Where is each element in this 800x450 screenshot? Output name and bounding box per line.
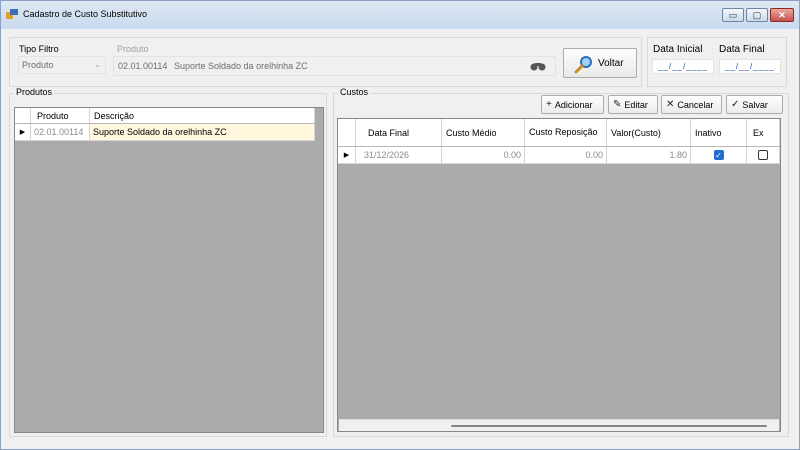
scrollbar-thumb[interactable] — [451, 425, 767, 427]
cell-data-final[interactable]: 31/12/2026 — [356, 147, 442, 163]
column-header-ex[interactable]: Ex — [747, 119, 780, 146]
maximize-icon: ▢ — [752, 10, 762, 20]
adicionar-label: Adicionar — [554, 99, 593, 110]
close-button[interactable]: ✕ — [770, 8, 794, 22]
checkmark-icon: ✓ — [731, 99, 740, 110]
row-header-corner — [338, 119, 356, 146]
cancelar-button[interactable]: ✕ Cancelar — [661, 95, 722, 114]
salvar-label: Salvar — [742, 99, 768, 110]
app-icon — [6, 9, 18, 19]
cell-descricao[interactable]: Suporte Soldado da orelhinha ZC — [90, 124, 315, 140]
cancelar-label: Cancelar — [677, 99, 714, 110]
edit-icon: ✎ — [613, 99, 622, 110]
column-header-produto[interactable]: Produto — [31, 108, 90, 123]
plus-icon: + — [546, 99, 552, 110]
produtos-group-title: Produtos — [14, 87, 55, 97]
cancel-icon: ✕ — [666, 99, 675, 110]
salvar-button[interactable]: ✓ Salvar — [726, 95, 783, 114]
data-final-label: Data Final — [719, 44, 765, 55]
custos-group-title: Custos — [338, 87, 371, 97]
produto-field[interactable]: 02.01.00114 Suporte Soldado da orelhinha… — [113, 56, 556, 76]
data-inicial-input[interactable]: __/__/____ — [652, 59, 714, 74]
minimize-icon: ▭ — [728, 10, 738, 20]
custos-grid[interactable]: Data Final Custo Médio Custo Reposição V… — [337, 118, 781, 432]
tipo-filtro-label: Tipo Filtro — [19, 44, 59, 54]
column-header-inativo[interactable]: Inativo — [691, 119, 747, 146]
table-row[interactable]: ▶ 31/12/2026 0.00 0.00 1.80 ✓ — [338, 147, 780, 164]
editar-button[interactable]: ✎ Editar — [608, 95, 658, 114]
produto-code: 02.01.00114 — [118, 61, 168, 71]
close-icon: ✕ — [778, 10, 786, 20]
row-selector-icon: ▶ — [338, 147, 356, 163]
tipo-filtro-select[interactable]: Produto ⌄ — [18, 56, 106, 74]
custos-grid-header: Data Final Custo Médio Custo Reposição V… — [338, 119, 780, 147]
title-bar[interactable]: Cadastro de Custo Substitutivo ▭ ▢ ✕ — [1, 1, 799, 29]
column-header-custo-reposicao[interactable]: Custo Reposição — [525, 119, 607, 146]
voltar-button[interactable]: Voltar — [563, 48, 637, 78]
window-title: Cadastro de Custo Substitutivo — [23, 9, 148, 19]
horizontal-scrollbar[interactable] — [339, 419, 779, 431]
row-header-corner — [15, 108, 31, 123]
produtos-grid-header: Produto Descrição — [15, 108, 315, 124]
chevron-down-icon: ⌄ — [94, 60, 101, 69]
table-row[interactable]: ▶ 02.01.00114 Suporte Soldado da orelhin… — [15, 124, 315, 141]
data-inicial-label: Data Inicial — [653, 44, 703, 55]
editar-label: Editar — [624, 99, 648, 110]
main-window: Cadastro de Custo Substitutivo ▭ ▢ ✕ Tip… — [0, 0, 800, 450]
maximize-button[interactable]: ▢ — [746, 8, 768, 22]
data-final-input[interactable]: __/__/____ — [719, 59, 781, 74]
voltar-label: Voltar — [598, 58, 624, 69]
produto-label: Produto — [117, 44, 149, 54]
produto-description: Suporte Soldado da orelhinha ZC — [174, 61, 308, 71]
column-header-data-final[interactable]: Data Final — [356, 119, 442, 146]
cell-produto[interactable]: 02.01.00114 — [31, 124, 90, 140]
cell-inativo[interactable]: ✓ — [691, 147, 747, 163]
cell-valor-custo[interactable]: 1.80 — [607, 147, 691, 163]
produtos-grid[interactable]: Produto Descrição ▶ 02.01.00114 Suporte … — [14, 107, 324, 433]
column-header-valor-custo[interactable]: Valor(Custo) — [607, 119, 691, 146]
binoculars-icon[interactable] — [529, 60, 547, 72]
adicionar-button[interactable]: + Adicionar — [541, 95, 604, 114]
magnifier-icon — [574, 56, 592, 74]
column-header-descricao[interactable]: Descrição — [90, 108, 315, 123]
ex-checkbox[interactable] — [758, 150, 768, 160]
minimize-button[interactable]: ▭ — [722, 8, 744, 22]
cell-ex[interactable] — [747, 147, 780, 163]
cell-custo-reposicao[interactable]: 0.00 — [525, 147, 607, 163]
inativo-checkbox[interactable]: ✓ — [713, 150, 724, 160]
cell-custo-medio[interactable]: 0.00 — [442, 147, 525, 163]
column-header-custo-medio[interactable]: Custo Médio — [442, 119, 525, 146]
row-selector-icon: ▶ — [15, 124, 31, 140]
tipo-filtro-value: Produto — [22, 60, 54, 70]
